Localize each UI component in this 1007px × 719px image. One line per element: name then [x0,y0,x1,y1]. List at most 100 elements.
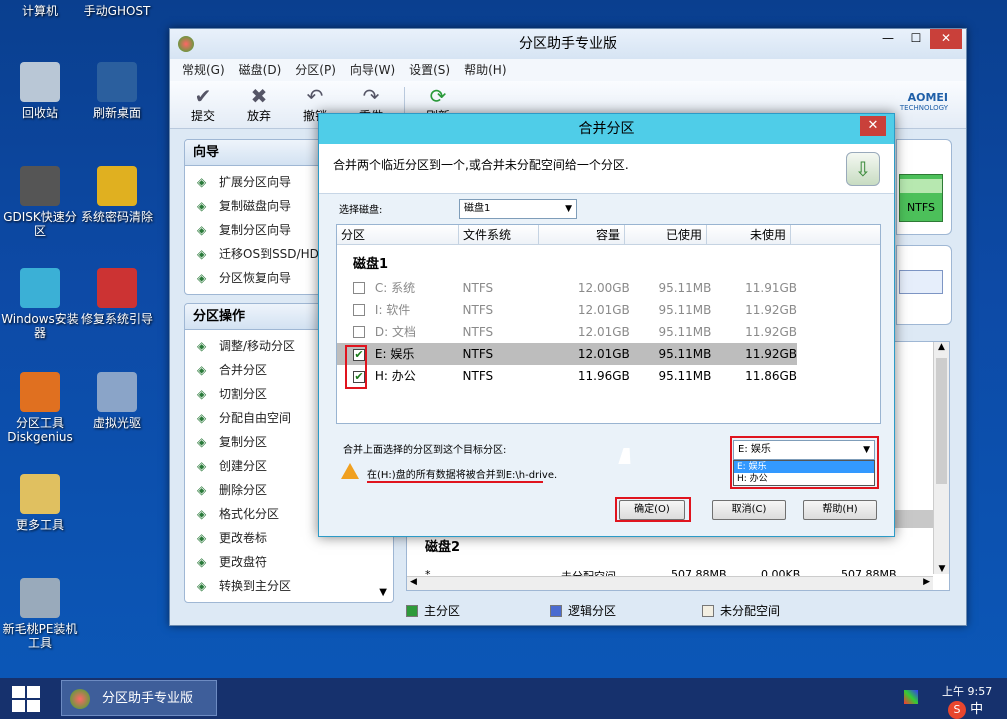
row-checkbox[interactable] [353,326,365,338]
toolbar-button[interactable]: ✔ 提交 [180,81,226,128]
table-cell: 95.11MB [658,281,712,295]
sidebar-item-label: 切割分区 [219,387,268,401]
menu-bar: 常规(G) 磁盘(D) 分区(P) 向导(W) 设置(S) 帮助(H) [170,59,966,81]
menu-item[interactable]: 磁盘(D) [239,59,282,81]
maximize-button[interactable]: ☐ [902,29,930,49]
merge-dialog: 合并分区 ✕ 合并两个临近分区到一个,或合并未分配空间给一个分区. ⇩ 选择磁盘… [318,113,895,537]
toolbar-button[interactable]: ✖ 放弃 [236,81,282,128]
scroll-down-icon[interactable]: ▼ [379,587,387,598]
tray-network-icon[interactable] [904,690,918,704]
column-header[interactable]: 已使用 [625,225,707,244]
desktop-icon-image [20,578,60,618]
sidebar-item-label: 调整/移动分区 [219,339,296,353]
desktop-icon[interactable]: Windows安装器 [0,268,80,340]
column-header[interactable]: 容量 [539,225,625,244]
table-cell: 95.11MB [658,369,712,383]
table-cell: E: 娱乐 [374,347,415,361]
row-checkbox[interactable] [353,304,365,316]
desktop-icon[interactable]: 计算机 [0,4,80,18]
taskbar-item-partition-assistant[interactable]: 分区助手专业版 [61,680,217,716]
sidebar-item-label: 更改盘符 [219,555,268,569]
dialog-description: 合并两个临近分区到一个,或合并未分配空间给一个分区. ⇩ [319,144,894,194]
sidebar-item[interactable]: ◈ 转换到主分区 [185,574,393,598]
column-header[interactable]: 分区 [337,225,459,244]
desktop-icon[interactable]: 刷新桌面 [77,62,157,120]
row-checkbox[interactable] [353,282,365,294]
aomei-logo: AOMEI TECHNOLOGY [900,91,948,112]
partition-bar: NTFS [899,174,943,222]
warning-icon [341,463,359,479]
disk-map-panel-2 [896,245,952,325]
table-row[interactable]: D: 文档 NTFS 12.01GB 95.11MB 11.92GB [337,321,797,343]
select-disk-combo[interactable]: 磁盘1 ▼ [459,199,577,219]
cancel-button[interactable]: 取消(C) [712,500,786,520]
desktop-icon-image [97,268,137,308]
desktop-icon[interactable]: 更多工具 [0,474,80,532]
desktop-icon[interactable]: GDISK快速分区 [0,166,80,238]
undo-icon: ↶ [306,84,324,108]
dialog-close-button[interactable]: ✕ [860,116,886,136]
desktop-icon-label: 更多工具 [15,518,64,532]
table-row[interactable]: ✔ H: 办公 NTFS 11.96GB 95.11MB 11.86GB [337,365,797,387]
minimize-button[interactable]: — [874,29,902,49]
horizontal-scrollbar[interactable]: ◀ ▶ [407,576,933,590]
desktop-icon[interactable]: 系统密码清除 [77,166,157,224]
column-header[interactable]: 文件系统 [459,225,539,244]
desktop-icon[interactable]: 手动GHOST [77,4,157,18]
desktop-icon[interactable]: 回收站 [0,62,80,120]
start-button[interactable] [12,686,40,712]
table-cell: D: 文档 [374,325,417,339]
merge-target-label: 合并上面选择的分区到这个目标分区: [343,445,507,456]
ok-highlight [615,497,691,522]
legend-label: 主分区 [424,604,461,618]
ime-indicator[interactable]: S 中 [948,698,983,719]
menu-item[interactable]: 帮助(H) [464,59,506,81]
menu-item[interactable]: 分区(P) [295,59,336,81]
item-icon: ◈ [197,459,207,473]
table-row[interactable]: ✔ E: 娱乐 NTFS 12.01GB 95.11MB 11.92GB [337,343,797,365]
legend-label: 逻辑分区 [568,604,617,618]
dialog-titlebar: 合并分区 ✕ [319,114,894,144]
menu-item[interactable]: 向导(W) [350,59,395,81]
redo-icon: ↷ [362,84,380,108]
desktop-icon[interactable]: 分区工具Diskgenius [0,372,80,444]
desktop-icon-label: 计算机 [21,4,58,18]
table-row[interactable]: C: 系统 NTFS 12.00GB 95.11MB 11.91GB [337,277,797,299]
item-icon: ◈ [197,175,207,189]
legend-item: 逻辑分区 [550,602,616,619]
legend-label: 未分配空间 [720,604,781,618]
desktop-icon-image [20,62,60,102]
sidebar-item-label: 创建分区 [219,459,268,473]
menu-item[interactable]: 设置(S) [409,59,450,81]
table-row[interactable]: I: 软件 NTFS 12.01GB 95.11MB 11.92GB [337,299,797,321]
desktop-icon[interactable]: 新毛桃PE装机工具 [0,578,80,650]
desktop-icon-image [20,166,60,206]
item-icon: ◈ [197,387,207,401]
desktop-icon-label: 系统密码清除 [80,210,153,224]
dialog-title: 合并分区 [578,121,635,137]
desktop-icon-label: 虚拟光驱 [92,416,141,430]
close-button[interactable]: ✕ [930,29,962,49]
table-cell: I: 软件 [374,303,411,317]
clock[interactable]: 上午 9:57 [942,683,992,699]
vertical-scrollbar[interactable]: ▲ ▼ [933,342,949,574]
table-cell: 11.86GB [745,369,797,383]
brand-name: AOMEI [907,91,948,104]
desktop-icon[interactable]: 虚拟光驱 [77,372,157,430]
item-icon: ◈ [197,271,207,285]
checkbox-highlight [345,345,367,389]
sidebar-item-label: 复制分区向导 [219,223,292,237]
table-disk-label: 磁盘1 [353,257,389,272]
table-cell: 11.92GB [745,347,797,361]
sidebar-item[interactable]: ◈ 更改盘符 [185,550,393,574]
column-header[interactable]: 未使用 [707,225,791,244]
item-icon: ◈ [197,435,207,449]
legend-item: 主分区 [406,602,460,619]
desktop-icon[interactable]: 修复系统引导 [77,268,157,326]
discard-icon: ✖ [250,84,268,108]
select-disk-label: 选择磁盘: [339,205,383,216]
menu-item[interactable]: 常规(G) [182,59,225,81]
legend-item: 未分配空间 [702,602,780,619]
help-button[interactable]: 帮助(H) [803,500,877,520]
desktop-icon-image [20,268,60,308]
